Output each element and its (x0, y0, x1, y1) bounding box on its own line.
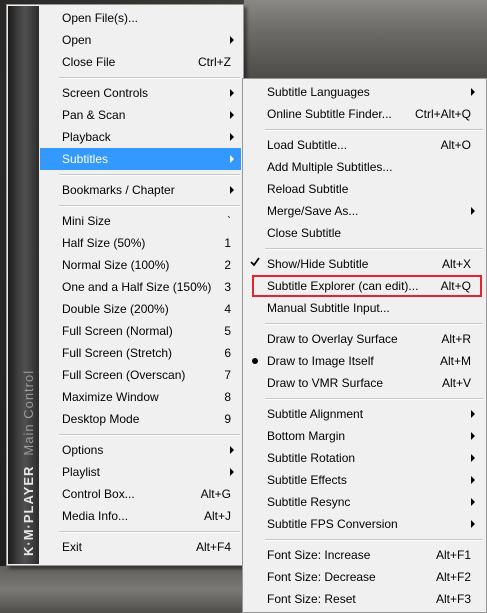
menu-separator (265, 248, 483, 250)
menu-item-bookmarks-chapter[interactable]: Bookmarks / Chapter (40, 179, 241, 201)
submenu-item-close-subtitle[interactable]: Close Subtitle (245, 222, 484, 244)
submenu-arrow-icon (471, 207, 475, 215)
video-frame-bottom (0, 566, 244, 613)
menu-item-open[interactable]: Open (40, 29, 241, 51)
submenu-arrow-icon (230, 446, 234, 454)
menu-separator (59, 205, 240, 207)
submenu-item-font-size-reset[interactable]: Font Size: Reset Alt+F3 (245, 588, 484, 610)
menu-separator (265, 539, 483, 541)
video-frame-top (244, 0, 487, 82)
submenu-arrow-icon (230, 186, 234, 194)
menu-item-maximize-window[interactable]: Maximize Window 8 (40, 386, 241, 408)
submenu-item-subtitle-resync[interactable]: Subtitle Resync (245, 491, 484, 513)
submenu-arrow-icon (471, 454, 475, 462)
submenu-arrow-icon (230, 155, 234, 163)
menu-separator (59, 77, 240, 79)
submenu-arrow-icon (230, 89, 234, 97)
submenu-arrow-icon (471, 410, 475, 418)
kmplayer-brand-strip: K·M·PLAYERMain Control (8, 6, 39, 564)
submenu-item-subtitle-effects[interactable]: Subtitle Effects (245, 469, 484, 491)
submenu-item-draw-vmr-surface[interactable]: Draw to VMR Surface Alt+V (245, 372, 484, 394)
menu-item-normal-size[interactable]: Normal Size (100%) 2 (40, 254, 241, 276)
subtitles-submenu: Subtitle Languages Online Subtitle Finde… (242, 78, 487, 613)
submenu-arrow-icon (471, 88, 475, 96)
menu-separator (265, 323, 483, 325)
menu-item-full-screen-stretch[interactable]: Full Screen (Stretch) 6 (40, 342, 241, 364)
highlight-annotation-box (252, 275, 482, 297)
submenu-item-bottom-margin[interactable]: Bottom Margin (245, 425, 484, 447)
menu-item-full-screen-overscan[interactable]: Full Screen (Overscan) 7 (40, 364, 241, 386)
submenu-item-font-size-increase[interactable]: Font Size: Increase Alt+F1 (245, 544, 484, 566)
submenu-item-manual-subtitle-input[interactable]: Manual Subtitle Input... (245, 297, 484, 319)
submenu-item-draw-overlay-surface[interactable]: Draw to Overlay Surface Alt+R (245, 328, 484, 350)
menu-item-desktop-mode[interactable]: Desktop Mode 9 (40, 408, 241, 430)
submenu-arrow-icon (230, 468, 234, 476)
menu-item-double-size[interactable]: Double Size (200%) 4 (40, 298, 241, 320)
menu-separator (59, 174, 240, 176)
menu-item-full-screen-normal[interactable]: Full Screen (Normal) 5 (40, 320, 241, 342)
submenu-arrow-icon (230, 133, 234, 141)
submenu-item-subtitle-alignment[interactable]: Subtitle Alignment (245, 403, 484, 425)
submenu-item-subtitle-fps-conversion[interactable]: Subtitle FPS Conversion (245, 513, 484, 535)
submenu-item-merge-save-as[interactable]: Merge/Save As... (245, 200, 484, 222)
submenu-item-subtitle-rotation[interactable]: Subtitle Rotation (245, 447, 484, 469)
menu-item-mini-size[interactable]: Mini Size ` (40, 210, 241, 232)
submenu-arrow-icon (471, 498, 475, 506)
menu-separator (59, 531, 240, 533)
submenu-item-draw-image-itself[interactable]: Draw to Image Itself Alt+M (245, 350, 484, 372)
submenu-item-online-subtitle-finder[interactable]: Online Subtitle Finder... Ctrl+Alt+Q (245, 103, 484, 125)
main-context-menu: K·M·PLAYERMain Control Open File(s)... O… (6, 4, 244, 566)
checkmark-icon (250, 257, 260, 267)
menu-item-playback[interactable]: Playback (40, 126, 241, 148)
menu-item-subtitles[interactable]: Subtitles (40, 148, 241, 170)
submenu-item-add-multiple-subtitles[interactable]: Add Multiple Subtitles... (245, 156, 484, 178)
radio-bullet-icon (252, 358, 258, 364)
menu-separator (265, 398, 483, 400)
submenu-arrow-icon (471, 432, 475, 440)
submenu-arrow-icon (471, 520, 475, 528)
menu-item-control-box[interactable]: Control Box... Alt+G (40, 483, 241, 505)
menu-item-close-file[interactable]: Close File Ctrl+Z (40, 51, 241, 73)
menu-item-half-size[interactable]: Half Size (50%) 1 (40, 232, 241, 254)
submenu-item-font-size-decrease[interactable]: Font Size: Decrease Alt+F2 (245, 566, 484, 588)
menu-item-open-files[interactable]: Open File(s)... (40, 7, 241, 29)
submenu-item-load-subtitle[interactable]: Load Subtitle... Alt+O (245, 134, 484, 156)
submenu-item-reload-subtitle[interactable]: Reload Subtitle (245, 178, 484, 200)
menu-separator (59, 434, 240, 436)
menu-item-pan-scan[interactable]: Pan & Scan (40, 104, 241, 126)
menu-item-one-half-size[interactable]: One and a Half Size (150%) 3 (40, 276, 241, 298)
menu-item-options[interactable]: Options (40, 439, 241, 461)
submenu-arrow-icon (230, 36, 234, 44)
submenu-item-subtitle-languages[interactable]: Subtitle Languages (245, 81, 484, 103)
submenu-item-show-hide-subtitle[interactable]: Show/Hide Subtitle Alt+X (245, 253, 484, 275)
menu-item-screen-controls[interactable]: Screen Controls (40, 82, 241, 104)
menu-item-exit[interactable]: Exit Alt+F4 (40, 536, 241, 558)
submenu-arrow-icon (471, 476, 475, 484)
menu-separator (265, 129, 483, 131)
menu-item-media-info[interactable]: Media Info... Alt+J (40, 505, 241, 527)
submenu-arrow-icon (230, 111, 234, 119)
brand-logo: K·M·PLAYERMain Control (21, 369, 36, 556)
menu-item-playlist[interactable]: Playlist (40, 461, 241, 483)
